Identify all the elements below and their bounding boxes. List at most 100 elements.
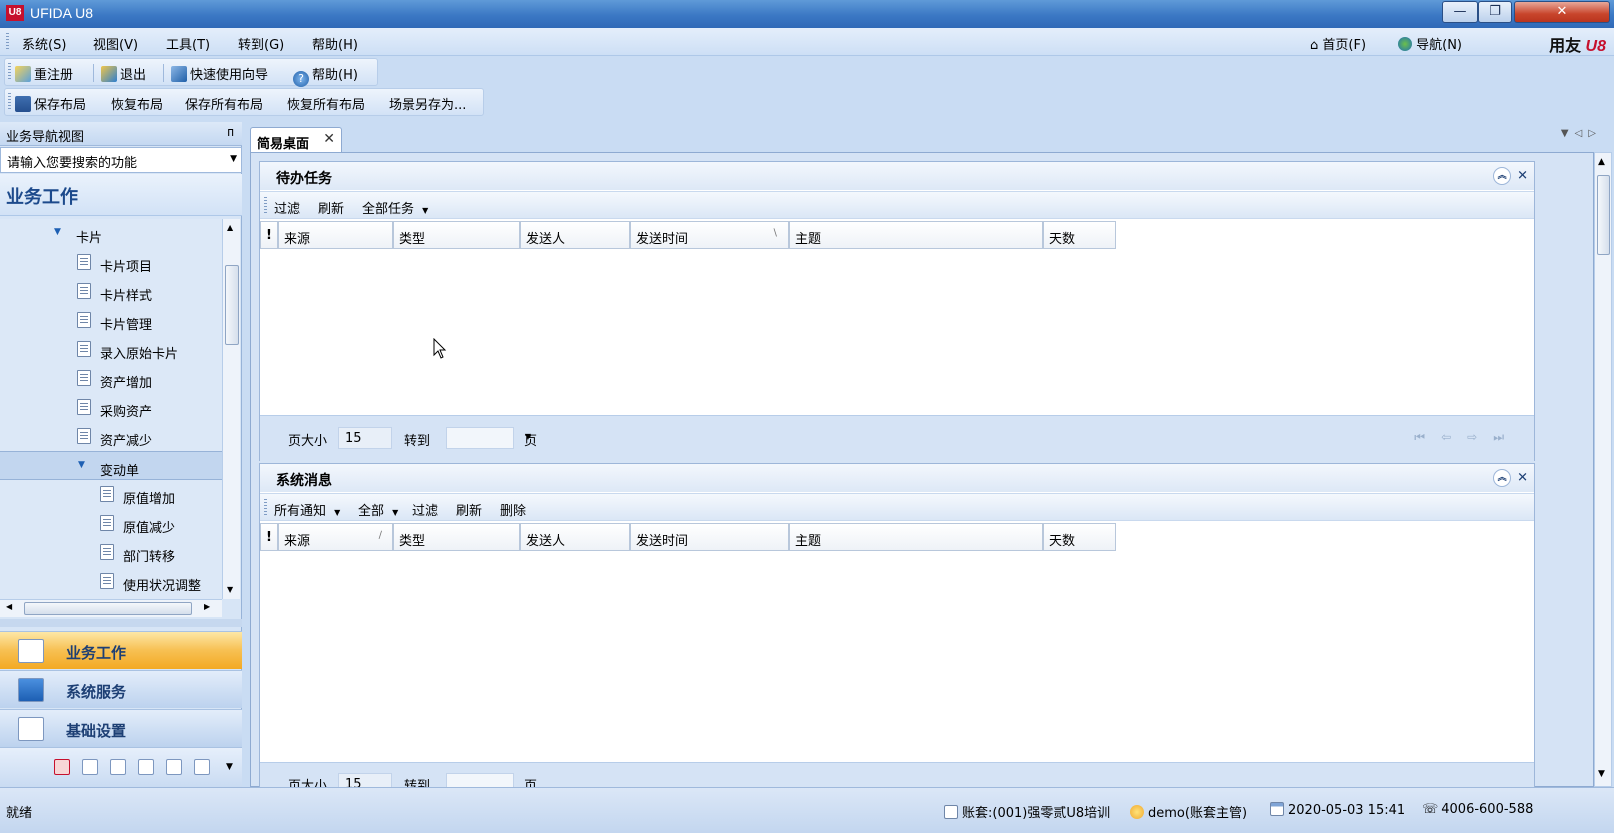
- refresh-button[interactable]: 刷新: [318, 198, 344, 217]
- column-sender[interactable]: 发送人: [520, 523, 630, 551]
- scroll-left-icon[interactable]: ◀: [6, 602, 12, 611]
- dropdown-arrow-icon[interactable]: ▼: [230, 154, 237, 164]
- nav-system-service-button[interactable]: 系统服务: [0, 670, 242, 708]
- tree-item-change-order[interactable]: ▼ 变动单: [0, 451, 222, 480]
- tree-item-asset-increase[interactable]: 资产增加: [0, 364, 222, 393]
- goto-page-select[interactable]: [446, 773, 514, 788]
- pin-icon[interactable]: ᴨ: [227, 125, 234, 139]
- tree-item-label: 卡片样式: [100, 289, 153, 304]
- home-link[interactable]: ⌂ 首页(F): [1310, 34, 1366, 53]
- scroll-down-icon[interactable]: ▼: [1598, 769, 1605, 779]
- navigation-link[interactable]: 导航(N): [1398, 34, 1462, 53]
- menu-tools[interactable]: 工具(T): [166, 34, 210, 53]
- column-priority[interactable]: !: [260, 523, 278, 551]
- tree-item-card-item[interactable]: 卡片项目: [0, 248, 222, 277]
- page-size-input[interactable]: 15: [338, 773, 392, 788]
- close-button[interactable]: ✕: [1514, 1, 1610, 23]
- column-subject[interactable]: 主题: [789, 221, 1043, 249]
- chevron-down-icon: ▼: [334, 508, 341, 517]
- save-all-layouts-button[interactable]: 保存所有布局: [185, 94, 263, 113]
- column-days[interactable]: 天数: [1043, 221, 1116, 249]
- all-tasks-dropdown[interactable]: 全部任务 ▼: [362, 198, 428, 217]
- maximize-button[interactable]: ❐: [1478, 1, 1512, 23]
- menu-help[interactable]: 帮助(H): [312, 34, 358, 53]
- scrollbar-thumb[interactable]: [1597, 175, 1610, 255]
- tree-vertical-scrollbar[interactable]: ▲ ▼: [222, 219, 240, 599]
- expand-arrow-icon[interactable]: ▼: [54, 227, 61, 237]
- column-source[interactable]: 来源 ∕: [278, 523, 393, 551]
- menu-system[interactable]: 系统(S): [22, 34, 66, 53]
- splitter-handle[interactable]: [0, 619, 242, 627]
- tree-item-original-value-increase[interactable]: 原值增加: [0, 480, 222, 509]
- close-icon[interactable]: ✕: [1517, 169, 1528, 184]
- restore-layout-button[interactable]: 恢复布局: [111, 94, 163, 113]
- column-type[interactable]: 类型: [393, 523, 520, 551]
- content-vertical-scrollbar[interactable]: ▲ ▼: [1594, 152, 1612, 787]
- tree-item-purchase-asset[interactable]: 采购资产: [0, 393, 222, 422]
- column-type[interactable]: 类型: [393, 221, 520, 249]
- column-send-time[interactable]: 发送时间 ∖: [630, 221, 789, 249]
- scrollbar-thumb[interactable]: [225, 265, 239, 345]
- tree-item-original-value-decrease[interactable]: 原值减少: [0, 509, 222, 538]
- tab-close-icon[interactable]: ✕: [323, 131, 335, 147]
- relogin-button[interactable]: 重注册: [15, 64, 73, 83]
- column-send-time[interactable]: 发送时间: [630, 523, 789, 551]
- collapse-icon[interactable]: ︽: [1493, 469, 1512, 487]
- tree-horizontal-scrollbar[interactable]: ◀ ▶: [0, 599, 222, 617]
- tree-item-card[interactable]: ▼ 卡片: [0, 219, 222, 248]
- quick-guide-button[interactable]: 快速使用向导: [171, 64, 268, 83]
- expand-arrow-icon[interactable]: ▼: [78, 460, 85, 470]
- nav-business-work-button[interactable]: 业务工作: [0, 631, 242, 669]
- column-priority[interactable]: !: [260, 221, 278, 249]
- tree-item-department-transfer[interactable]: 部门转移: [0, 538, 222, 567]
- column-subject[interactable]: 主题: [789, 523, 1043, 551]
- scrollbar-thumb[interactable]: [24, 602, 192, 615]
- exit-button[interactable]: 退出: [101, 64, 146, 83]
- table-icon[interactable]: [110, 759, 126, 775]
- phone-icon: ☏: [1422, 802, 1439, 817]
- column-days[interactable]: 天数: [1043, 523, 1116, 551]
- tree-item-usage-status-adjust[interactable]: 使用状况调整: [0, 567, 222, 596]
- page-size-input[interactable]: 15: [338, 427, 392, 449]
- close-icon[interactable]: ✕: [1517, 471, 1528, 486]
- pager-buttons[interactable]: ⏮⇦⇨⏭: [1414, 430, 1520, 445]
- tools-icon[interactable]: [82, 759, 98, 775]
- tree-item-label: 卡片: [76, 231, 103, 246]
- account-label: 账套:(001)强零贰U8培训: [962, 806, 1111, 821]
- function-search-input[interactable]: 请输入您要搜索的功能 ▼: [0, 147, 242, 173]
- scroll-up-icon[interactable]: ▲: [227, 223, 233, 232]
- delete-button[interactable]: 删除: [500, 500, 526, 519]
- save-scene-as-button[interactable]: 场景另存为...: [389, 94, 466, 113]
- image-icon[interactable]: [194, 759, 210, 775]
- tree-item-enter-original-card[interactable]: 录入原始卡片: [0, 335, 222, 364]
- filter-button[interactable]: 过滤: [412, 500, 438, 519]
- goto-page-select[interactable]: ▼: [446, 427, 531, 449]
- document-icon: [100, 544, 114, 560]
- column-source[interactable]: 来源: [278, 221, 393, 249]
- filter-button[interactable]: 过滤: [274, 198, 300, 217]
- tree-item-card-style[interactable]: 卡片样式: [0, 277, 222, 306]
- minimize-button[interactable]: —: [1442, 1, 1478, 23]
- tab-navigation-controls[interactable]: ▼◁▷: [1561, 128, 1602, 139]
- hierarchy-icon[interactable]: [138, 759, 154, 775]
- scroll-up-icon[interactable]: ▲: [1598, 157, 1605, 167]
- tree-item-card-management[interactable]: 卡片管理: [0, 306, 222, 335]
- scroll-down-icon[interactable]: ▼: [227, 585, 233, 594]
- column-sender[interactable]: 发送人: [520, 221, 630, 249]
- restore-all-layouts-button[interactable]: 恢复所有布局: [287, 94, 365, 113]
- nav-basic-settings-button[interactable]: 基础设置: [0, 709, 242, 747]
- copy-icon[interactable]: [166, 759, 182, 775]
- help-button[interactable]: ? 帮助(H): [293, 64, 358, 87]
- all-dropdown[interactable]: 全部 ▼: [358, 500, 398, 519]
- refresh-button[interactable]: 刷新: [456, 500, 482, 519]
- menu-view[interactable]: 视图(V): [93, 34, 138, 53]
- menu-goto[interactable]: 转到(G): [238, 34, 284, 53]
- tab-simple-desktop[interactable]: 简易桌面 ✕: [250, 127, 342, 152]
- all-notices-dropdown[interactable]: 所有通知 ▼: [274, 500, 340, 519]
- stop-icon[interactable]: [54, 759, 70, 775]
- collapse-icon[interactable]: ︽: [1493, 167, 1512, 185]
- save-layout-button[interactable]: 保存布局: [15, 94, 86, 113]
- scroll-right-icon[interactable]: ▶: [204, 602, 210, 611]
- tree-item-asset-decrease[interactable]: 资产减少: [0, 422, 222, 451]
- more-arrow-icon[interactable]: ▼: [226, 762, 233, 772]
